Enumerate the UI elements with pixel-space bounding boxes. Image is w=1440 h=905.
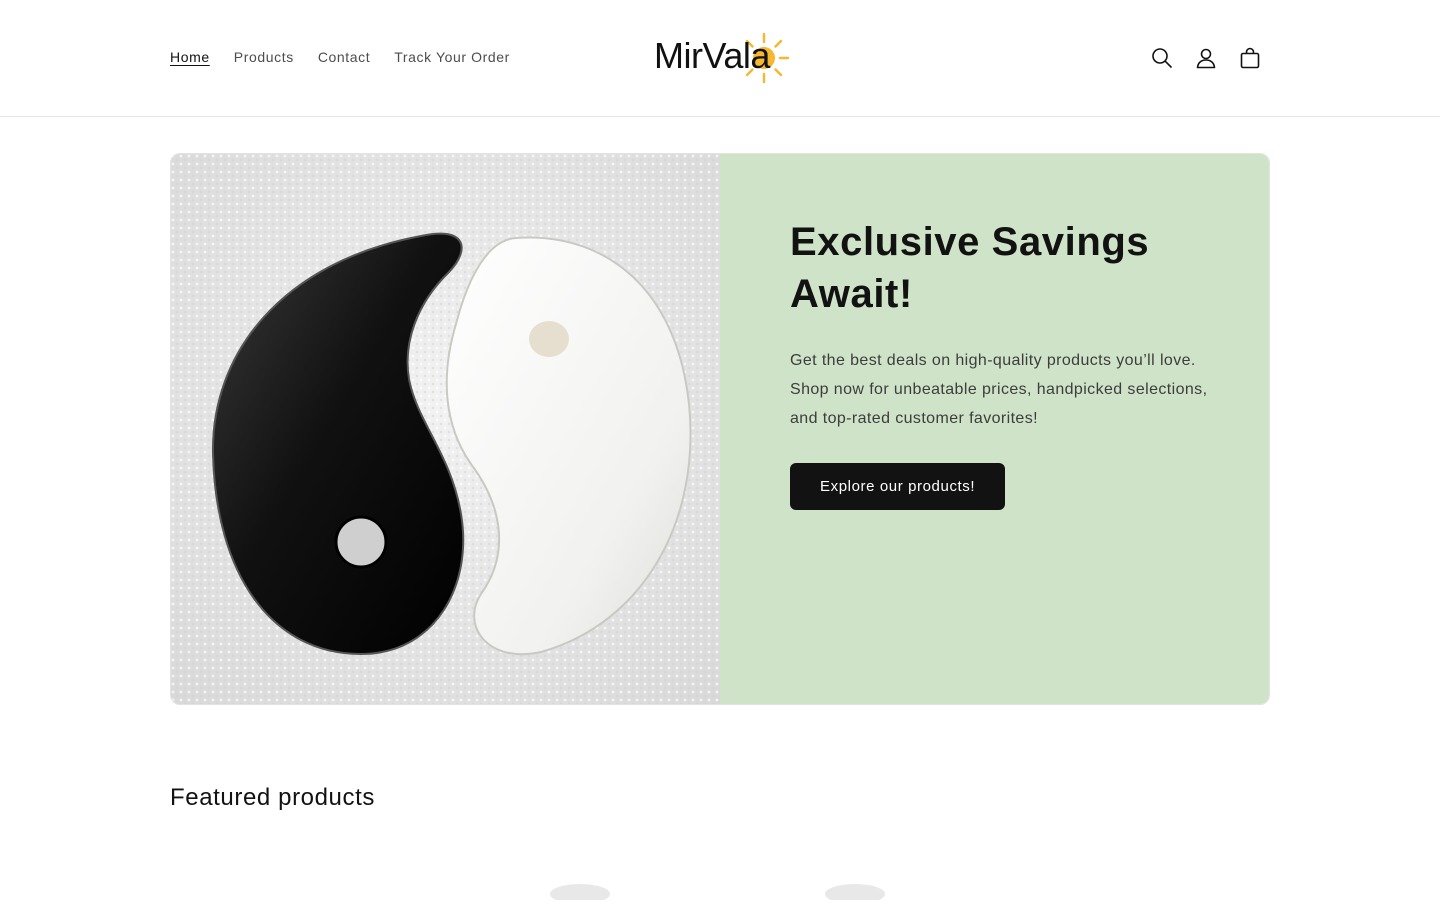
nav-link-contact[interactable]: Contact xyxy=(318,47,370,67)
nav-link-home[interactable]: Home xyxy=(170,47,210,67)
search-icon[interactable] xyxy=(1148,40,1176,76)
nav-link-track-order[interactable]: Track Your Order xyxy=(394,47,510,67)
site-header: Home Products Contact Track Your Order M… xyxy=(0,0,1440,117)
hero-banner: Exclusive Savings Await! Get the best de… xyxy=(170,153,1270,705)
banner-title: Exclusive Savings Await! xyxy=(790,220,1150,316)
banner-image xyxy=(171,154,720,704)
cart-icon[interactable] xyxy=(1236,40,1264,76)
nav-link-products[interactable]: Products xyxy=(234,47,294,67)
site-logo[interactable]: MirVala xyxy=(652,30,792,86)
header-actions xyxy=(1148,40,1264,76)
featured-products-heading: Featured products xyxy=(170,784,375,811)
main-nav: Home Products Contact Track Your Order xyxy=(170,47,510,67)
logo-text: MirVala xyxy=(654,35,770,76)
account-icon[interactable] xyxy=(1192,40,1220,76)
gua-sha-stones-image xyxy=(171,154,720,704)
banner-description: Get the best deals on high-quality produ… xyxy=(790,352,1208,427)
explore-products-button[interactable]: Explore our products! xyxy=(790,463,1006,510)
featured-products-preview xyxy=(0,872,1440,904)
banner-content: Exclusive Savings Await! Get the best de… xyxy=(720,154,1269,704)
